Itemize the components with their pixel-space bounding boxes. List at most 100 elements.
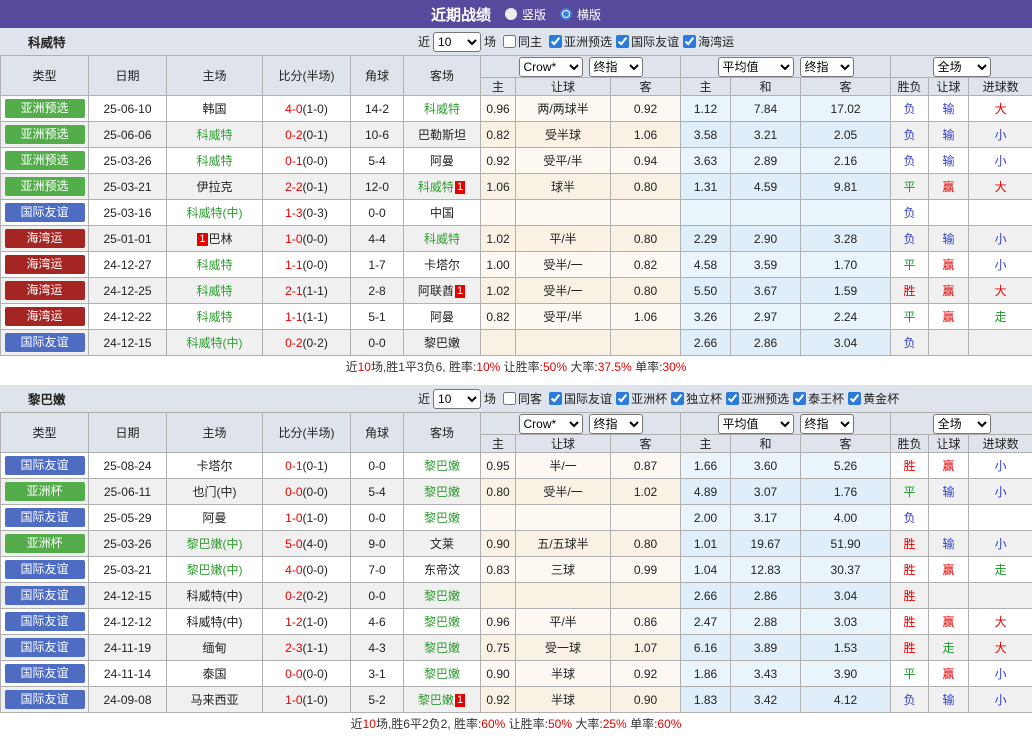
league-filter[interactable]: 独立杯 (667, 390, 722, 407)
crow-away-odds: 0.80 (611, 226, 681, 252)
average-select[interactable]: 平均值 (718, 57, 794, 77)
team-label: 科威特 (418, 180, 454, 194)
match-type-badge: 国际友谊 (5, 586, 85, 605)
result-wdl: 胜 (891, 531, 929, 557)
match-date: 24-12-25 (89, 278, 167, 304)
avg-draw-odds: 3.17 (731, 505, 801, 531)
table-row: 国际友谊25-05-29阿曼1-0(1-0)0-0黎巴嫩2.003.174.00… (1, 505, 1032, 531)
crow-away-odds: 0.92 (611, 661, 681, 687)
vertical-layout-radio[interactable] (505, 8, 517, 20)
horizontal-layout-radio[interactable] (560, 8, 572, 20)
crow-away-odds: 0.80 (611, 531, 681, 557)
table-row: 亚洲杯25-06-11也门(中)0-0(0-0)5-4黎巴嫩0.80受半/一1.… (1, 479, 1032, 505)
crow-handicap: 球半 (516, 174, 611, 200)
league-checkbox[interactable] (848, 392, 861, 405)
crow-home-odds: 0.95 (481, 453, 516, 479)
crow-away-odds: 0.80 (611, 278, 681, 304)
bookmaker-select[interactable]: Crow* (519, 414, 583, 434)
corner-score: 3-1 (351, 661, 404, 687)
team-label: 也门(中) (193, 485, 237, 499)
league-label: 国际友谊 (564, 390, 612, 407)
avg-home-odds: 4.89 (681, 479, 731, 505)
league-checkbox[interactable] (616, 35, 629, 48)
same-venue-checkbox[interactable] (503, 392, 516, 405)
match-type-cell: 亚洲预选 (1, 148, 89, 174)
same-venue-filter[interactable]: 同客 (499, 390, 542, 407)
col-type: 类型 (1, 413, 89, 453)
score-cell: 1-2(1-0) (263, 609, 351, 635)
corner-score: 12-0 (351, 174, 404, 200)
result-wdl: 胜 (891, 635, 929, 661)
match-count-select[interactable]: 10 (433, 32, 481, 52)
avg-away-odds: 4.12 (801, 687, 891, 713)
same-venue-filter[interactable]: 同主 (499, 33, 542, 50)
result-handicap: 赢 (929, 174, 969, 200)
league-checkbox[interactable] (616, 392, 629, 405)
team-label: 阿曼 (202, 511, 226, 525)
match-type-badge: 国际友谊 (5, 456, 85, 475)
league-checkbox[interactable] (671, 392, 684, 405)
same-venue-checkbox[interactable] (503, 35, 516, 48)
avg-away-odds: 30.37 (801, 557, 891, 583)
team-label: 巴勒斯坦 (418, 128, 466, 142)
fulltime-score: 4-0 (285, 563, 302, 577)
section-lebanon: 黎巴嫩 近 10 场 同客 国际友谊亚洲杯独立杯亚洲预选泰王杯黄金杯 类型 日期… (0, 385, 1032, 736)
score-cell: 0-2(0-1) (263, 122, 351, 148)
halftime-score: (4-0) (303, 537, 328, 551)
crow-away-odds: 0.94 (611, 148, 681, 174)
league-filter[interactable]: 国际友谊 (612, 33, 679, 50)
league-filter[interactable]: 亚洲杯 (612, 390, 667, 407)
result-handicap: 输 (929, 687, 969, 713)
league-checkbox[interactable] (683, 35, 696, 48)
home-team: 泰国 (167, 661, 263, 687)
league-checkbox[interactable] (793, 392, 806, 405)
bookmaker-select[interactable]: Crow* (519, 57, 583, 77)
match-count-select[interactable]: 10 (433, 389, 481, 409)
league-checkbox[interactable] (549, 35, 562, 48)
result-handicap: 输 (929, 148, 969, 174)
avg-draw-odds: 3.60 (731, 453, 801, 479)
horizontal-layout-label: 横版 (577, 6, 601, 23)
team-label: 科威特 (424, 232, 460, 246)
crow-handicap: 半球 (516, 661, 611, 687)
league-filter[interactable]: 泰王杯 (789, 390, 844, 407)
league-filter[interactable]: 黄金杯 (844, 390, 899, 407)
avg-draw-odds: 2.89 (731, 148, 801, 174)
league-filter[interactable]: 亚洲预选 (545, 33, 612, 50)
match-type-cell: 国际友谊 (1, 687, 89, 713)
score-cell: 1-0(1-0) (263, 505, 351, 531)
avg-away-odds: 5.26 (801, 453, 891, 479)
league-filter[interactable]: 亚洲预选 (722, 390, 789, 407)
score-cell: 4-0(1-0) (263, 96, 351, 122)
fulltime-select[interactable]: 全场 (933, 57, 991, 77)
final-odds-select[interactable]: 终指 (589, 414, 643, 434)
league-label: 亚洲预选 (741, 390, 789, 407)
crow-away-odds: 1.06 (611, 304, 681, 330)
summary-segment: 50% (543, 360, 567, 374)
corner-score: 0-0 (351, 505, 404, 531)
league-checkbox[interactable] (549, 392, 562, 405)
league-checkbox[interactable] (726, 392, 739, 405)
final-odds-select[interactable]: 终指 (800, 414, 854, 434)
fulltime-score: 1-3 (285, 206, 302, 220)
final-odds-select[interactable]: 终指 (589, 57, 643, 77)
home-team: 卡塔尔 (167, 453, 263, 479)
league-filter[interactable]: 海湾运 (679, 33, 734, 50)
fulltime-select[interactable]: 全场 (933, 414, 991, 434)
final-odds-select[interactable]: 终指 (800, 57, 854, 77)
crow-home-odds: 0.92 (481, 148, 516, 174)
average-select[interactable]: 平均值 (718, 414, 794, 434)
away-team: 黎巴嫩 (404, 609, 481, 635)
league-filter[interactable]: 国际友谊 (545, 390, 612, 407)
score-cell: 0-0(0-0) (263, 479, 351, 505)
summary-segment: 37.5% (598, 360, 632, 374)
match-type-badge: 国际友谊 (5, 333, 85, 352)
table-row: 亚洲杯25-03-26黎巴嫩(中)5-0(4-0)9-0文莱0.90五/五球半0… (1, 531, 1032, 557)
col-home: 主场 (167, 413, 263, 453)
crow-away-odds: 0.99 (611, 557, 681, 583)
avg-home-odds: 3.58 (681, 122, 731, 148)
result-handicap (929, 505, 969, 531)
team-label: 黎巴嫩 (424, 459, 460, 473)
corner-score: 0-0 (351, 583, 404, 609)
team-label: 科威特 (196, 154, 232, 168)
